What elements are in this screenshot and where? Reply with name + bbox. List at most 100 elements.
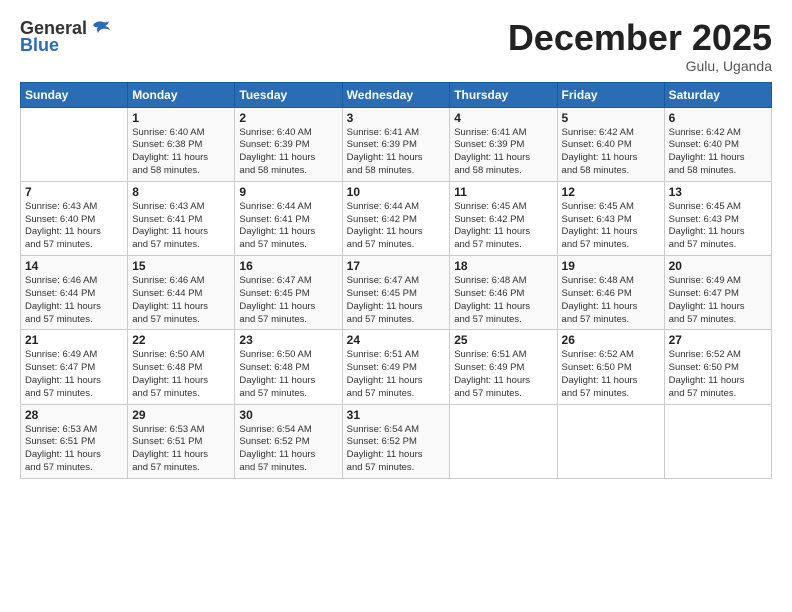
day-number: 27 [669, 333, 767, 347]
col-friday: Friday [557, 82, 664, 107]
day-info: Sunrise: 6:45 AMSunset: 6:43 PMDaylight:… [669, 201, 767, 252]
day-number: 6 [669, 111, 767, 125]
table-row: 8 Sunrise: 6:43 AMSunset: 6:41 PMDaylight… [128, 181, 235, 255]
day-info: Sunrise: 6:50 AMSunset: 6:48 PMDaylight:… [132, 349, 230, 400]
day-info: Sunrise: 6:40 AMSunset: 6:38 PMDaylight:… [132, 127, 230, 178]
day-info: Sunrise: 6:51 AMSunset: 6:49 PMDaylight:… [454, 349, 552, 400]
table-row: 3 Sunrise: 6:41 AMSunset: 6:39 PMDaylight… [342, 107, 450, 181]
table-row [557, 404, 664, 478]
day-info: Sunrise: 6:53 AMSunset: 6:51 PMDaylight:… [25, 424, 123, 475]
calendar-week-row: 7 Sunrise: 6:43 AMSunset: 6:40 PMDaylight… [21, 181, 772, 255]
table-row: 28 Sunrise: 6:53 AMSunset: 6:51 PMDayligh… [21, 404, 128, 478]
location: Gulu, Uganda [508, 58, 772, 74]
day-number: 2 [239, 111, 337, 125]
table-row [664, 404, 771, 478]
calendar: Sunday Monday Tuesday Wednesday Thursday… [20, 82, 772, 479]
header: General Blue December 2025 Gulu, Uganda [20, 18, 772, 74]
day-number: 16 [239, 259, 337, 273]
table-row: 25Sunrise: 6:51 AMSunset: 6:49 PMDayligh… [450, 330, 557, 404]
day-info: Sunrise: 6:45 AMSunset: 6:42 PMDaylight:… [454, 201, 552, 252]
page: General Blue December 2025 Gulu, Uganda … [0, 0, 792, 612]
day-number: 9 [239, 185, 337, 199]
day-info: Sunrise: 6:46 AMSunset: 6:44 PMDaylight:… [132, 275, 230, 326]
col-monday: Monday [128, 82, 235, 107]
table-row: 20 Sunrise: 6:49 AMSunset: 6:47 PMDayligh… [664, 256, 771, 330]
table-row: 5Sunrise: 6:42 AMSunset: 6:40 PMDaylight… [557, 107, 664, 181]
day-info: Sunrise: 6:41 AMSunset: 6:39 PMDaylight:… [347, 127, 446, 178]
month-title: December 2025 [508, 18, 772, 58]
table-row: 23 Sunrise: 6:50 AMSunset: 6:48 PMDayligh… [235, 330, 342, 404]
calendar-week-row: 28 Sunrise: 6:53 AMSunset: 6:51 PMDayligh… [21, 404, 772, 478]
table-row: 30Sunrise: 6:54 AMSunset: 6:52 PMDayligh… [235, 404, 342, 478]
col-thursday: Thursday [450, 82, 557, 107]
day-number: 23 [239, 333, 337, 347]
table-row: 4Sunrise: 6:41 AMSunset: 6:39 PMDaylight… [450, 107, 557, 181]
day-number: 26 [562, 333, 660, 347]
day-number: 15 [132, 259, 230, 273]
day-info: Sunrise: 6:54 AMSunset: 6:52 PMDaylight:… [347, 424, 446, 475]
table-row: 16 Sunrise: 6:47 AMSunset: 6:45 PMDayligh… [235, 256, 342, 330]
day-info: Sunrise: 6:40 AMSunset: 6:39 PMDaylight:… [239, 127, 337, 178]
day-number: 19 [562, 259, 660, 273]
day-number: 10 [347, 185, 446, 199]
day-info: Sunrise: 6:41 AMSunset: 6:39 PMDaylight:… [454, 127, 552, 178]
day-number: 7 [25, 185, 123, 199]
day-info: Sunrise: 6:47 AMSunset: 6:45 PMDaylight:… [347, 275, 446, 326]
table-row: 9Sunrise: 6:44 AMSunset: 6:41 PMDaylight… [235, 181, 342, 255]
table-row: 6Sunrise: 6:42 AMSunset: 6:40 PMDaylight… [664, 107, 771, 181]
day-info: Sunrise: 6:52 AMSunset: 6:50 PMDaylight:… [562, 349, 660, 400]
day-info: Sunrise: 6:52 AMSunset: 6:50 PMDaylight:… [669, 349, 767, 400]
day-info: Sunrise: 6:49 AMSunset: 6:47 PMDaylight:… [25, 349, 123, 400]
day-number: 29 [132, 408, 230, 422]
day-info: Sunrise: 6:43 AMSunset: 6:41 PMDaylight:… [132, 201, 230, 252]
calendar-week-row: 1 Sunrise: 6:40 AMSunset: 6:38 PMDaylight… [21, 107, 772, 181]
day-number: 22 [132, 333, 230, 347]
table-row [21, 107, 128, 181]
day-number: 18 [454, 259, 552, 273]
calendar-header-row: Sunday Monday Tuesday Wednesday Thursday… [21, 82, 772, 107]
col-tuesday: Tuesday [235, 82, 342, 107]
day-number: 17 [347, 259, 446, 273]
day-number: 24 [347, 333, 446, 347]
day-info: Sunrise: 6:48 AMSunset: 6:46 PMDaylight:… [454, 275, 552, 326]
logo: General Blue [20, 18, 111, 56]
day-number: 8 [132, 185, 230, 199]
day-number: 12 [562, 185, 660, 199]
table-row: 24 Sunrise: 6:51 AMSunset: 6:49 PMDayligh… [342, 330, 450, 404]
day-number: 28 [25, 408, 123, 422]
table-row: 1 Sunrise: 6:40 AMSunset: 6:38 PMDaylight… [128, 107, 235, 181]
table-row [450, 404, 557, 478]
day-number: 1 [132, 111, 230, 125]
table-row: 7 Sunrise: 6:43 AMSunset: 6:40 PMDaylight… [21, 181, 128, 255]
day-info: Sunrise: 6:48 AMSunset: 6:46 PMDaylight:… [562, 275, 660, 326]
day-info: Sunrise: 6:53 AMSunset: 6:51 PMDaylight:… [132, 424, 230, 475]
calendar-week-row: 21 Sunrise: 6:49 AMSunset: 6:47 PMDayligh… [21, 330, 772, 404]
day-info: Sunrise: 6:51 AMSunset: 6:49 PMDaylight:… [347, 349, 446, 400]
calendar-week-row: 14 Sunrise: 6:46 AMSunset: 6:44 PMDayligh… [21, 256, 772, 330]
day-number: 14 [25, 259, 123, 273]
table-row: 26 Sunrise: 6:52 AMSunset: 6:50 PMDayligh… [557, 330, 664, 404]
table-row: 14Sunrise: 6:46 AMSunset: 6:44 PMDayligh… [21, 256, 128, 330]
day-info: Sunrise: 6:47 AMSunset: 6:45 PMDaylight:… [239, 275, 337, 326]
day-info: Sunrise: 6:50 AMSunset: 6:48 PMDaylight:… [239, 349, 337, 400]
title-area: December 2025 Gulu, Uganda [508, 18, 772, 74]
day-info: Sunrise: 6:43 AMSunset: 6:40 PMDaylight:… [25, 201, 123, 252]
logo-blue: Blue [20, 35, 59, 56]
day-info: Sunrise: 6:44 AMSunset: 6:42 PMDaylight:… [347, 201, 446, 252]
table-row: 22 Sunrise: 6:50 AMSunset: 6:48 PMDayligh… [128, 330, 235, 404]
day-number: 30 [239, 408, 337, 422]
table-row: 10 Sunrise: 6:44 AMSunset: 6:42 PMDayligh… [342, 181, 450, 255]
day-number: 20 [669, 259, 767, 273]
table-row: 11Sunrise: 6:45 AMSunset: 6:42 PMDayligh… [450, 181, 557, 255]
day-number: 21 [25, 333, 123, 347]
table-row: 18 Sunrise: 6:48 AMSunset: 6:46 PMDayligh… [450, 256, 557, 330]
table-row: 29 Sunrise: 6:53 AMSunset: 6:51 PMDayligh… [128, 404, 235, 478]
table-row: 31Sunrise: 6:54 AMSunset: 6:52 PMDayligh… [342, 404, 450, 478]
col-saturday: Saturday [664, 82, 771, 107]
day-number: 3 [347, 111, 446, 125]
table-row: 19 Sunrise: 6:48 AMSunset: 6:46 PMDayligh… [557, 256, 664, 330]
table-row: 12Sunrise: 6:45 AMSunset: 6:43 PMDayligh… [557, 181, 664, 255]
col-sunday: Sunday [21, 82, 128, 107]
day-info: Sunrise: 6:42 AMSunset: 6:40 PMDaylight:… [562, 127, 660, 178]
day-info: Sunrise: 6:49 AMSunset: 6:47 PMDaylight:… [669, 275, 767, 326]
